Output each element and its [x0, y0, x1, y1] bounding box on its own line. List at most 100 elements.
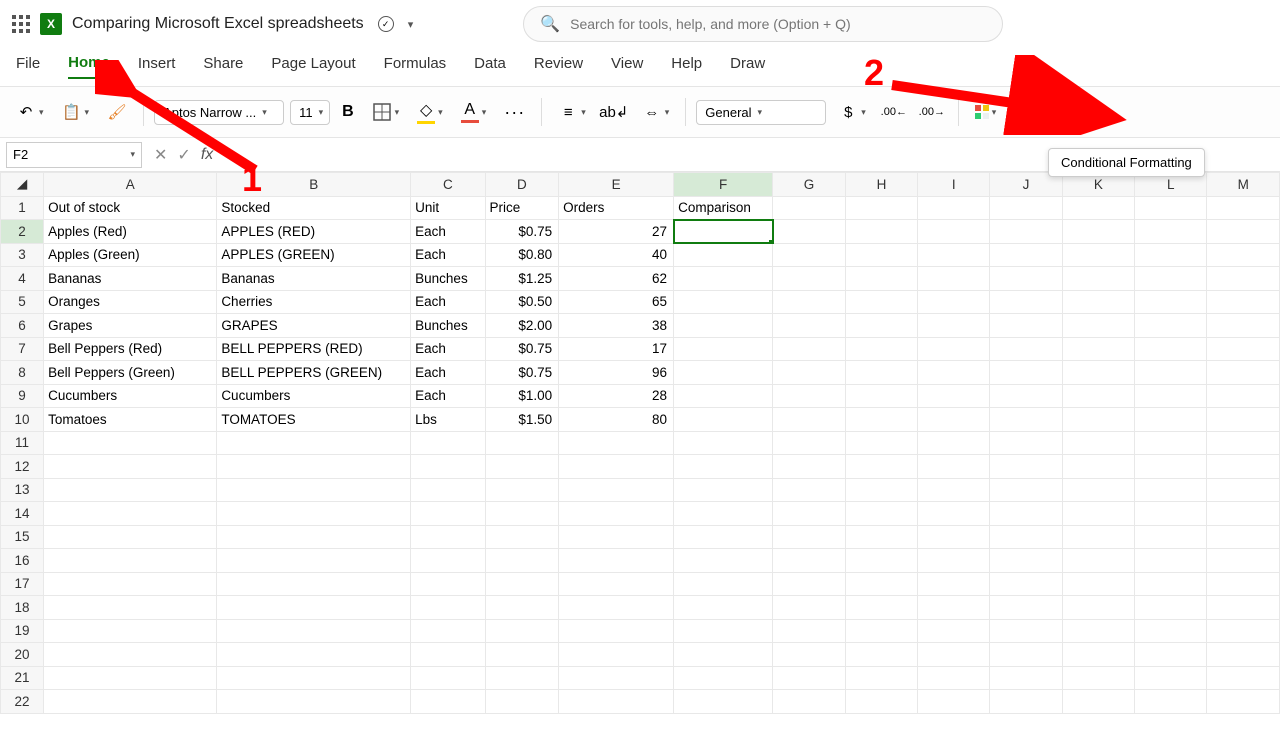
- cell-K21[interactable]: [1062, 666, 1134, 690]
- cell-I14[interactable]: [918, 502, 990, 526]
- fill-color-button[interactable]: ◇▾: [411, 96, 449, 128]
- cell-J16[interactable]: [990, 549, 1062, 573]
- cell-A11[interactable]: [44, 431, 217, 455]
- cell-L10[interactable]: [1135, 408, 1207, 432]
- cell-D22[interactable]: [485, 690, 559, 714]
- cell-J10[interactable]: [990, 408, 1062, 432]
- cell-C9[interactable]: Each: [411, 384, 485, 408]
- cell-B18[interactable]: [217, 596, 411, 620]
- cell-K10[interactable]: [1062, 408, 1134, 432]
- cell-A5[interactable]: Oranges: [44, 290, 217, 314]
- cell-H18[interactable]: [845, 596, 917, 620]
- font-color-button[interactable]: A▾: [455, 97, 493, 127]
- cell-I22[interactable]: [918, 690, 990, 714]
- cell-G17[interactable]: [773, 572, 845, 596]
- cell-H19[interactable]: [845, 619, 917, 643]
- cell-F17[interactable]: [674, 572, 773, 596]
- cell-A20[interactable]: [44, 643, 217, 667]
- spreadsheet-grid[interactable]: ◢ABCDEFGHIJKLM1Out of stockStockedUnitPr…: [0, 172, 1280, 714]
- row-header-18[interactable]: 18: [1, 596, 44, 620]
- cell-E17[interactable]: [559, 572, 674, 596]
- cell-M8[interactable]: [1207, 361, 1280, 385]
- cell-J20[interactable]: [990, 643, 1062, 667]
- cell-I13[interactable]: [918, 478, 990, 502]
- col-header-H[interactable]: H: [845, 173, 917, 197]
- font-size-select[interactable]: 11▾: [290, 100, 330, 125]
- cell-B7[interactable]: BELL PEPPERS (RED): [217, 337, 411, 361]
- cell-J11[interactable]: [990, 431, 1062, 455]
- row-header-7[interactable]: 7: [1, 337, 44, 361]
- cell-H6[interactable]: [845, 314, 917, 338]
- cell-L5[interactable]: [1135, 290, 1207, 314]
- cell-I20[interactable]: [918, 643, 990, 667]
- search-input[interactable]: [570, 16, 986, 32]
- row-header-6[interactable]: 6: [1, 314, 44, 338]
- undo-button[interactable]: ↶▾: [10, 98, 50, 126]
- cell-K6[interactable]: [1062, 314, 1134, 338]
- more-font-button[interactable]: ···: [498, 98, 531, 127]
- cell-H15[interactable]: [845, 525, 917, 549]
- col-header-E[interactable]: E: [559, 173, 674, 197]
- cell-L6[interactable]: [1135, 314, 1207, 338]
- cell-C6[interactable]: Bunches: [411, 314, 485, 338]
- decrease-decimal-button[interactable]: .00←: [878, 98, 910, 126]
- cell-B19[interactable]: [217, 619, 411, 643]
- row-header-2[interactable]: 2: [1, 220, 44, 244]
- row-header-12[interactable]: 12: [1, 455, 44, 479]
- cell-I17[interactable]: [918, 572, 990, 596]
- cell-M1[interactable]: [1207, 196, 1280, 220]
- cell-E16[interactable]: [559, 549, 674, 573]
- cell-G9[interactable]: [773, 384, 845, 408]
- tab-help[interactable]: Help: [671, 55, 702, 78]
- conditional-formatting-button[interactable]: ▾: [969, 101, 1003, 123]
- row-header-8[interactable]: 8: [1, 361, 44, 385]
- currency-button[interactable]: $▾: [832, 98, 872, 126]
- cell-B14[interactable]: [217, 502, 411, 526]
- cell-M16[interactable]: [1207, 549, 1280, 573]
- cell-A10[interactable]: Tomatoes: [44, 408, 217, 432]
- cell-I15[interactable]: [918, 525, 990, 549]
- cell-D2[interactable]: $0.75: [485, 220, 559, 244]
- cell-B6[interactable]: GRAPES: [217, 314, 411, 338]
- cell-A1[interactable]: Out of stock: [44, 196, 217, 220]
- cell-E12[interactable]: [559, 455, 674, 479]
- cell-L18[interactable]: [1135, 596, 1207, 620]
- cell-M12[interactable]: [1207, 455, 1280, 479]
- cell-M20[interactable]: [1207, 643, 1280, 667]
- cell-D20[interactable]: [485, 643, 559, 667]
- cell-F4[interactable]: [674, 267, 773, 291]
- cell-H16[interactable]: [845, 549, 917, 573]
- tab-review[interactable]: Review: [534, 55, 583, 78]
- cell-A17[interactable]: [44, 572, 217, 596]
- cell-E1[interactable]: Orders: [559, 196, 674, 220]
- cell-G10[interactable]: [773, 408, 845, 432]
- cell-D9[interactable]: $1.00: [485, 384, 559, 408]
- increase-decimal-button[interactable]: .00→: [916, 98, 948, 126]
- cell-G5[interactable]: [773, 290, 845, 314]
- cell-B15[interactable]: [217, 525, 411, 549]
- cell-L8[interactable]: [1135, 361, 1207, 385]
- cell-K12[interactable]: [1062, 455, 1134, 479]
- cell-F8[interactable]: [674, 361, 773, 385]
- cell-D5[interactable]: $0.50: [485, 290, 559, 314]
- cell-styles-button[interactable]: ▾: [1051, 103, 1088, 122]
- cell-L13[interactable]: [1135, 478, 1207, 502]
- cell-E2[interactable]: 27: [559, 220, 674, 244]
- cell-C16[interactable]: [411, 549, 485, 573]
- cell-C7[interactable]: Each: [411, 337, 485, 361]
- clipboard-button[interactable]: 📋▾: [56, 98, 96, 126]
- cell-B5[interactable]: Cherries: [217, 290, 411, 314]
- search-bar[interactable]: 🔍: [523, 6, 1003, 42]
- tab-data[interactable]: Data: [474, 55, 506, 78]
- fx-icon[interactable]: fx: [201, 146, 213, 164]
- cell-D11[interactable]: [485, 431, 559, 455]
- cell-G18[interactable]: [773, 596, 845, 620]
- cell-E6[interactable]: 38: [559, 314, 674, 338]
- cell-A13[interactable]: [44, 478, 217, 502]
- cell-I21[interactable]: [918, 666, 990, 690]
- cell-G4[interactable]: [773, 267, 845, 291]
- cell-K2[interactable]: [1062, 220, 1134, 244]
- cell-D15[interactable]: [485, 525, 559, 549]
- cell-G16[interactable]: [773, 549, 845, 573]
- cell-A16[interactable]: [44, 549, 217, 573]
